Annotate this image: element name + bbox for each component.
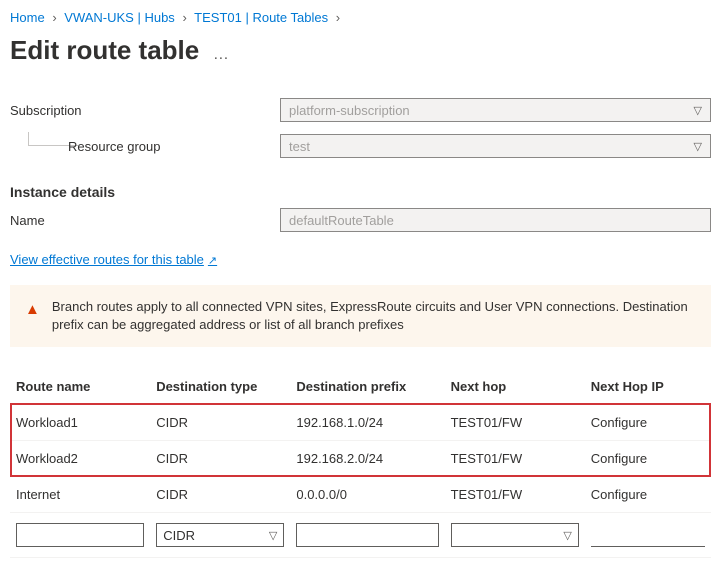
breadcrumb-vwan[interactable]: VWAN-UKS | Hubs (64, 10, 175, 25)
new-route-hop-select[interactable]: ▽ (451, 523, 579, 547)
col-dest-prefix[interactable]: Destination prefix (290, 371, 444, 405)
info-message: Branch routes apply to all connected VPN… (52, 298, 696, 334)
cell-prefix: 192.168.1.0/24 (290, 405, 444, 441)
cell-name: Internet (10, 477, 150, 513)
resource-group-label: Resource group (68, 139, 280, 154)
external-link-icon: ↗ (208, 255, 217, 267)
page-title: Edit route table (10, 35, 199, 66)
configure-link[interactable]: Configure (591, 451, 647, 466)
name-field: defaultRouteTable (280, 208, 711, 232)
chevron-right-icon: › (182, 10, 186, 25)
routes-table: Route name Destination type Destination … (10, 371, 711, 558)
table-row[interactable]: Workload1 CIDR 192.168.1.0/24 TEST01/FW … (10, 405, 711, 441)
table-row[interactable]: Workload2 CIDR 192.168.2.0/24 TEST01/FW … (10, 441, 711, 477)
more-actions-button[interactable]: … (213, 46, 231, 63)
configure-link[interactable]: Configure (591, 415, 647, 430)
chevron-right-icon: › (336, 10, 340, 25)
chevron-right-icon: › (52, 10, 56, 25)
cell-hop: TEST01/FW (445, 405, 585, 441)
cell-type: CIDR (150, 441, 290, 477)
new-route-type-select[interactable]: CIDR ▽ (156, 523, 284, 547)
chevron-down-icon: ▽ (269, 529, 277, 542)
breadcrumb-home[interactable]: Home (10, 10, 45, 25)
breadcrumb-routetables[interactable]: TEST01 | Route Tables (194, 10, 328, 25)
new-route-row: CIDR ▽ ▽ (10, 513, 711, 558)
subscription-value: platform-subscription (289, 103, 410, 118)
table-row[interactable]: Internet CIDR 0.0.0.0/0 TEST01/FW Config… (10, 477, 711, 513)
resource-group-value: test (289, 139, 310, 154)
new-route-name-input[interactable] (16, 523, 144, 547)
col-next-hop-ip[interactable]: Next Hop IP (585, 371, 711, 405)
cell-type: CIDR (150, 477, 290, 513)
name-value: defaultRouteTable (289, 213, 394, 228)
info-banner: ▲ Branch routes apply to all connected V… (10, 285, 711, 347)
cell-prefix: 192.168.2.0/24 (290, 441, 444, 477)
new-route-prefix-input[interactable] (296, 523, 438, 547)
col-dest-type[interactable]: Destination type (150, 371, 290, 405)
configure-link[interactable]: Configure (591, 487, 647, 502)
cell-prefix: 0.0.0.0/0 (290, 477, 444, 513)
chevron-down-icon: ▽ (563, 529, 571, 542)
view-effective-routes-link[interactable]: View effective routes for this table↗ (10, 252, 217, 267)
warning-icon: ▲ (25, 299, 40, 334)
chevron-down-icon: ▽ (694, 140, 702, 153)
chevron-down-icon: ▽ (694, 104, 702, 117)
name-label: Name (10, 213, 280, 228)
cell-name: Workload2 (10, 441, 150, 477)
subscription-select[interactable]: platform-subscription ▽ (280, 98, 711, 122)
resource-group-select[interactable]: test ▽ (280, 134, 711, 158)
cell-hop: TEST01/FW (445, 477, 585, 513)
cell-hop: TEST01/FW (445, 441, 585, 477)
col-next-hop[interactable]: Next hop (445, 371, 585, 405)
cell-type: CIDR (150, 405, 290, 441)
breadcrumb: Home › VWAN-UKS | Hubs › TEST01 | Route … (10, 8, 711, 31)
new-route-ip-input[interactable] (591, 523, 705, 547)
col-route-name[interactable]: Route name (10, 371, 150, 405)
cell-name: Workload1 (10, 405, 150, 441)
instance-details-heading: Instance details (10, 184, 711, 200)
subscription-label: Subscription (10, 103, 280, 118)
